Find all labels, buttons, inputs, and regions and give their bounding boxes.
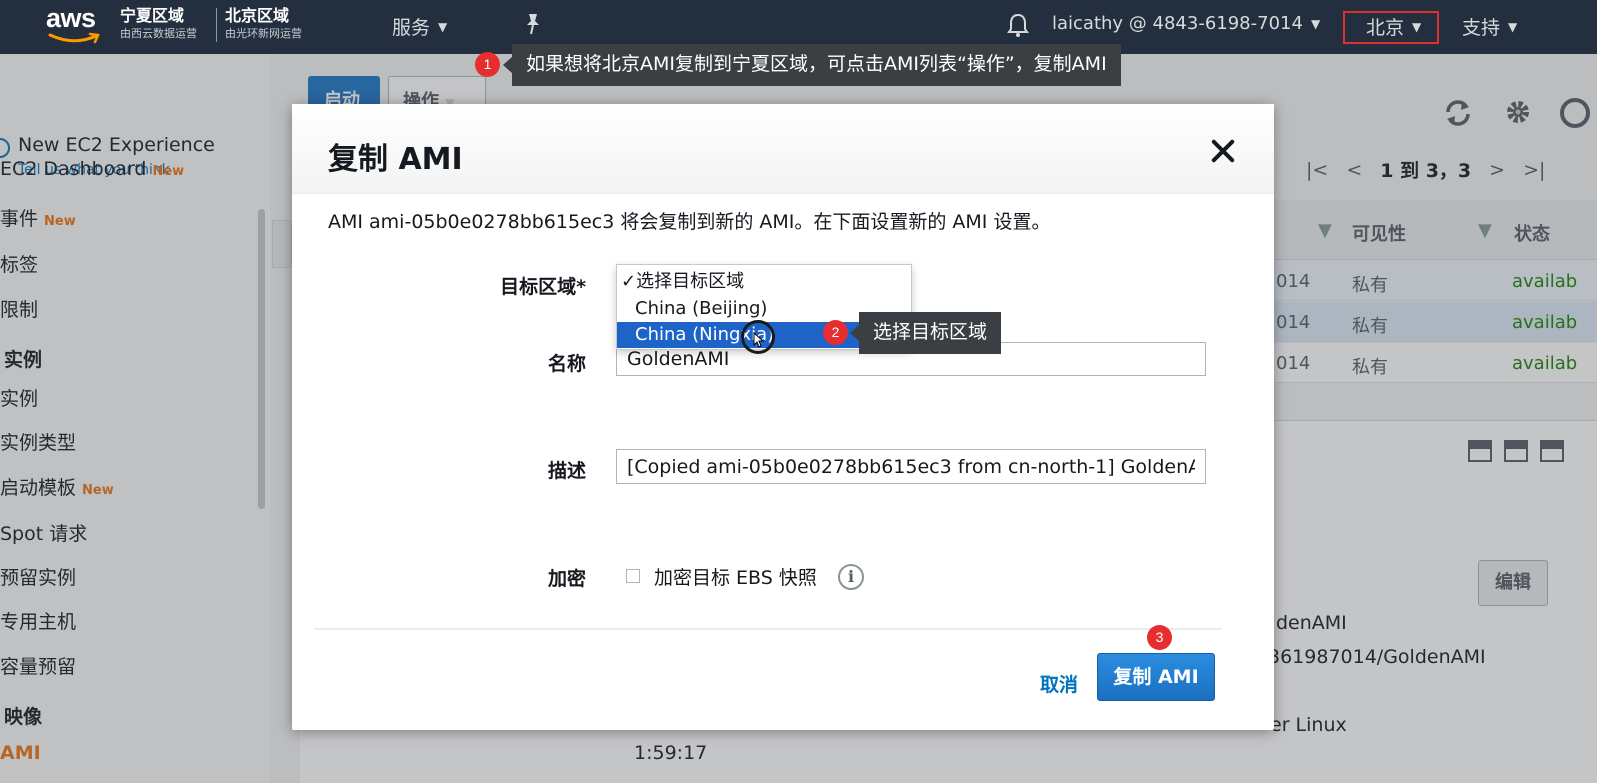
pin-icon[interactable] (522, 12, 544, 36)
dialog-header: 复制 AMI (292, 104, 1274, 194)
brand-ningxia-title: 宁夏区域 (120, 6, 185, 25)
encrypt-snapshot-label: 加密目标 EBS 快照 (654, 567, 817, 589)
support-menu[interactable]: 支持 ▼ (1462, 13, 1517, 40)
encrypt-snapshot-checkbox[interactable] (626, 569, 640, 583)
annotation-step-2-text: 选择目标区域 (859, 312, 1002, 354)
services-label: 服务 (392, 17, 431, 39)
cancel-button[interactable]: 取消 (1040, 670, 1078, 697)
region-highlight-box (1343, 11, 1439, 44)
name-label: 名称 (547, 353, 586, 375)
annotation-arrow (850, 325, 859, 341)
brand-ningxia: 宁夏区域 由西云数据运营 (120, 6, 197, 42)
aws-logo-text: aws (46, 3, 96, 33)
dialog-intro-text: AMI ami-05b0e0278bb615ec3 将会复制到新的 AMI。在下… (328, 211, 1051, 233)
description-label: 描述 (547, 460, 586, 482)
chevron-down-icon: ▼ (438, 19, 448, 34)
encryption-label: 加密 (547, 568, 586, 590)
support-label: 支持 (1462, 17, 1501, 39)
copy-ami-button[interactable]: 复制 AMI (1097, 653, 1215, 701)
brand-beijing-sub: 由光环新网运营 (225, 27, 302, 40)
region-option-placeholder[interactable]: ✓选择目标区域 (617, 269, 911, 295)
chevron-down-icon: ▼ (1310, 16, 1321, 31)
brand-ningxia-sub: 由西云数据运营 (120, 27, 197, 40)
mouse-cursor-icon (753, 332, 765, 348)
chevron-down-icon: ▼ (1508, 19, 1518, 34)
annotation-step-1-badge: 1 (475, 52, 500, 77)
annotation-step-2-badge: 2 (823, 320, 848, 345)
annotation-step-3-badge: 3 (1147, 625, 1172, 650)
dialog-title: 复制 AMI (328, 142, 463, 177)
annotation-step-1-text: 如果想将北京AMI复制到宁夏区域，可点击AMI列表“操作”，复制AMI (512, 44, 1121, 86)
annotation-arrow (503, 57, 512, 73)
close-icon[interactable] (1208, 136, 1238, 166)
account-label: laicathy @ 4843-6198-7014 (1052, 13, 1303, 34)
info-icon[interactable]: i (838, 564, 864, 590)
account-menu[interactable]: laicathy @ 4843-6198-7014 ▼ (1052, 13, 1320, 34)
copy-ami-dialog: 复制 AMI AMI ami-05b0e0278bb615ec3 将会复制到新的… (292, 104, 1274, 730)
dialog-footer-divider (314, 628, 1222, 630)
target-region-label: 目标区域* (500, 276, 586, 298)
brand-beijing: 北京区域 由光环新网运营 (225, 6, 302, 42)
brand-beijing-title: 北京区域 (225, 6, 290, 25)
aws-logo[interactable]: aws (46, 4, 102, 46)
notification-bell-icon[interactable] (1006, 12, 1030, 38)
description-input[interactable] (616, 449, 1206, 484)
brand-divider (216, 8, 217, 42)
services-menu[interactable]: 服务 ▼ (392, 13, 447, 40)
aws-smile-icon (48, 32, 100, 44)
